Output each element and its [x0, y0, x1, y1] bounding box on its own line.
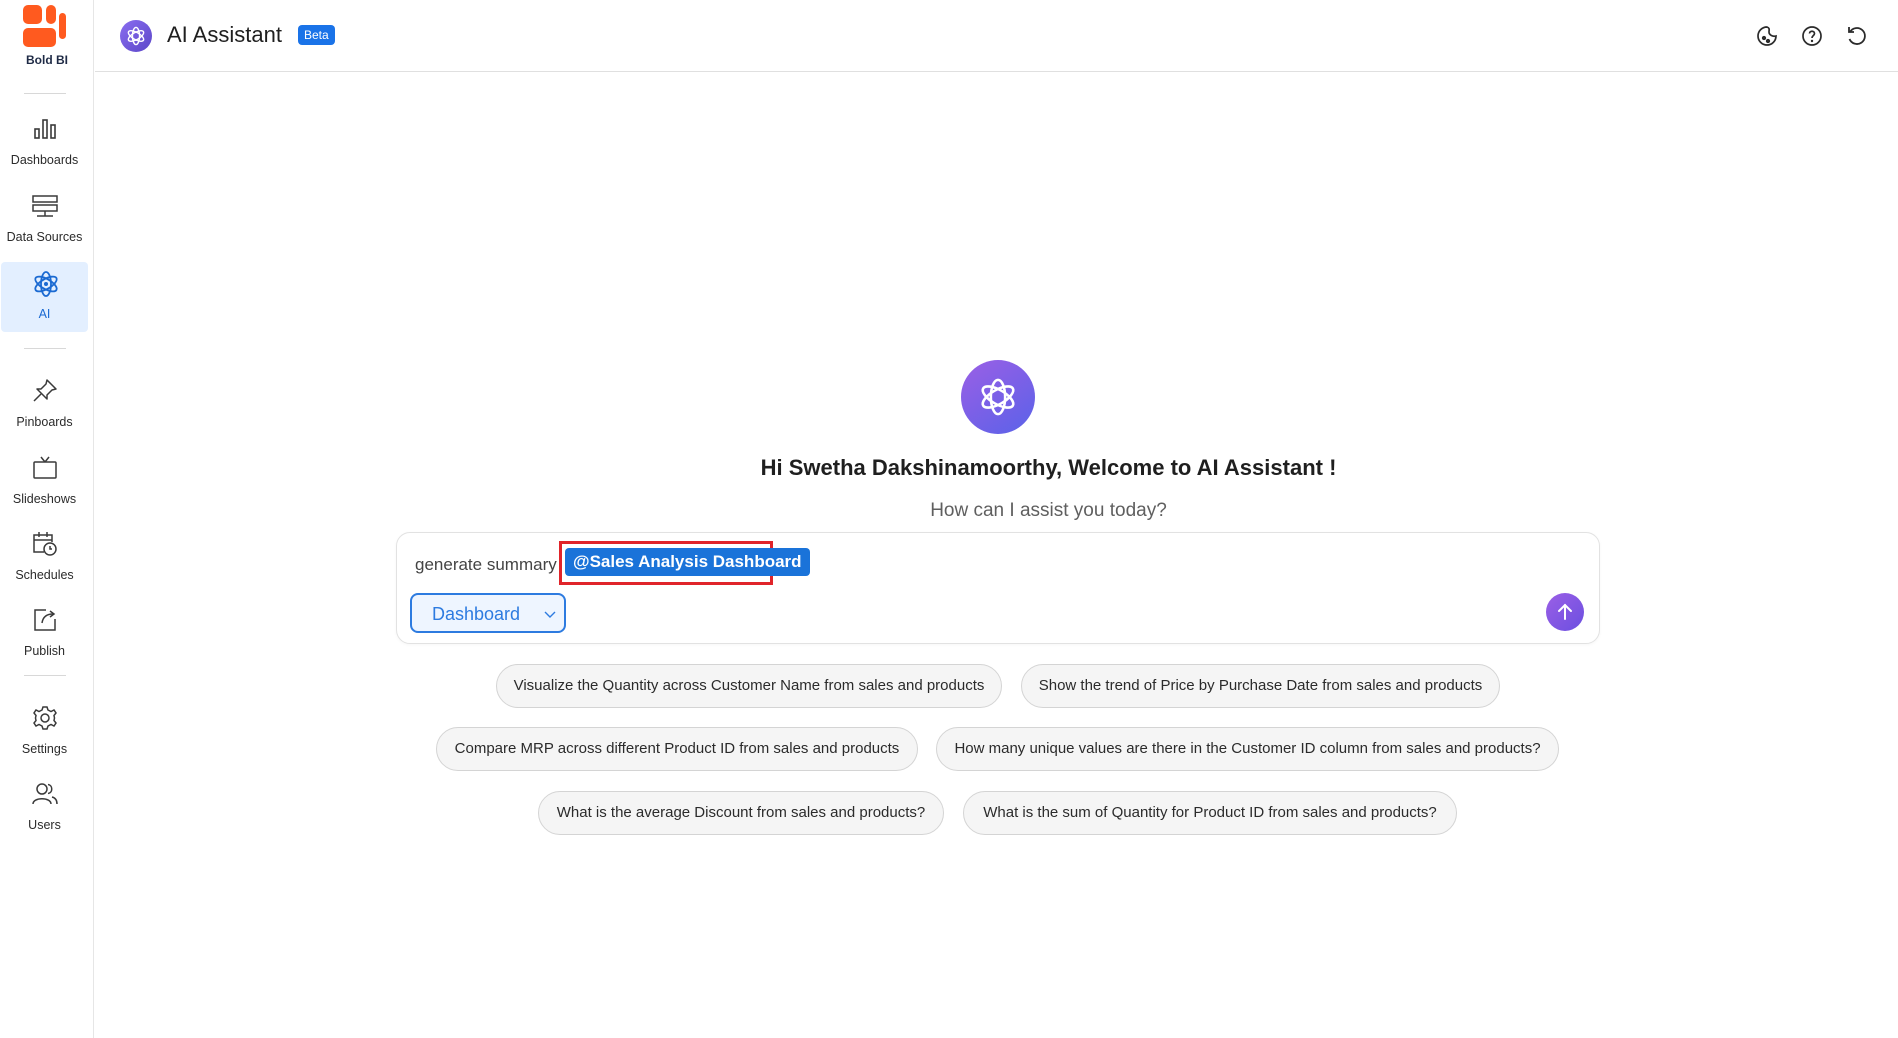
- welcome-subtitle: How can I assist you today?: [95, 500, 1898, 522]
- suggestion-chip[interactable]: Compare MRP across different Product ID …: [436, 727, 918, 771]
- welcome-text: Hi Swetha Dakshinamoorthy, Welcome to AI…: [760, 455, 1337, 480]
- sidebar-item-slideshows[interactable]: Slideshows: [1, 447, 88, 517]
- ai-assistant-hero-icon: [961, 360, 1035, 434]
- sidebar-item-label: Data Sources: [6, 230, 83, 244]
- context-type-select[interactable]: Dashboard: [410, 593, 566, 633]
- brand-name: Bold BI: [26, 53, 68, 67]
- chat-input-box[interactable]: generate summary @Sales Analysis Dashboa…: [396, 532, 1600, 644]
- bar-chart-icon: [34, 119, 56, 139]
- suggestion-chip[interactable]: What is the sum of Quantity for Product …: [963, 791, 1457, 835]
- calendar-clock-icon: [33, 532, 57, 556]
- sidebar-item-users[interactable]: Users: [1, 773, 88, 843]
- sidebar-item-label: AI: [38, 307, 51, 321]
- welcome-heading: Hi Swetha Dakshinamoorthy, Welcome to AI…: [95, 455, 1898, 481]
- help-icon[interactable]: [1800, 24, 1824, 48]
- prompt-input-text[interactable]: generate summary: [415, 555, 557, 575]
- database-icon: [32, 195, 58, 217]
- atom-icon: [34, 271, 58, 297]
- sidebar-item-label: Pinboards: [16, 415, 73, 429]
- sidebar-divider: [24, 348, 66, 349]
- gear-icon: [33, 706, 57, 730]
- arrow-up-icon: [1558, 603, 1572, 620]
- suggestion-chip[interactable]: Show the trend of Price by Purchase Date…: [1021, 664, 1500, 708]
- users-icon: [32, 783, 58, 805]
- sidebar-item-ai[interactable]: AI: [1, 262, 88, 332]
- sidebar: Bold BI Dashboards Data Sources AI Pinbo…: [0, 0, 94, 1038]
- header: AI Assistant Beta: [95, 0, 1898, 72]
- suggestion-chip[interactable]: What is the average Discount from sales …: [538, 791, 944, 835]
- beta-badge: Beta: [298, 25, 335, 45]
- sidebar-item-label: Settings: [21, 742, 68, 756]
- subtitle-text: How can I assist you today?: [930, 500, 1167, 521]
- mention-highlight: @Sales Analysis Dashboard: [559, 541, 810, 585]
- ai-assistant-logo-icon: [120, 20, 152, 52]
- page-title: AI Assistant: [167, 22, 282, 47]
- suggestion-chip[interactable]: Visualize the Quantity across Customer N…: [496, 664, 1002, 708]
- theme-icon[interactable]: [1755, 24, 1779, 48]
- sidebar-item-publish[interactable]: Publish: [1, 599, 88, 669]
- sidebar-item-data-sources[interactable]: Data Sources: [1, 185, 88, 255]
- suggestion-chip[interactable]: How many unique values are there in the …: [936, 727, 1559, 771]
- reset-icon[interactable]: [1845, 24, 1869, 48]
- sidebar-divider: [24, 93, 66, 94]
- sidebar-item-dashboards[interactable]: Dashboards: [1, 108, 88, 178]
- publish-icon: [34, 609, 56, 631]
- sidebar-item-label: Schedules: [15, 568, 74, 582]
- pin-icon: [33, 379, 57, 402]
- sidebar-item-label: Slideshows: [12, 492, 77, 506]
- tv-icon: [33, 456, 57, 479]
- sidebar-item-label: Publish: [24, 644, 65, 658]
- sidebar-item-pinboards[interactable]: Pinboards: [1, 370, 88, 440]
- sidebar-item-settings[interactable]: Settings: [1, 697, 88, 767]
- sidebar-item-schedules[interactable]: Schedules: [1, 523, 88, 593]
- sidebar-item-label: Users: [28, 818, 61, 832]
- bold-bi-logo-icon: [23, 5, 66, 47]
- chevron-down-icon: [544, 611, 556, 618]
- brand-logo[interactable]: Bold BI: [0, 0, 94, 80]
- sidebar-divider: [24, 675, 66, 676]
- send-button[interactable]: [1546, 593, 1584, 631]
- mention-tag[interactable]: @Sales Analysis Dashboard: [565, 548, 810, 576]
- context-type-value: Dashboard: [432, 604, 521, 624]
- sidebar-item-label: Dashboards: [10, 153, 79, 167]
